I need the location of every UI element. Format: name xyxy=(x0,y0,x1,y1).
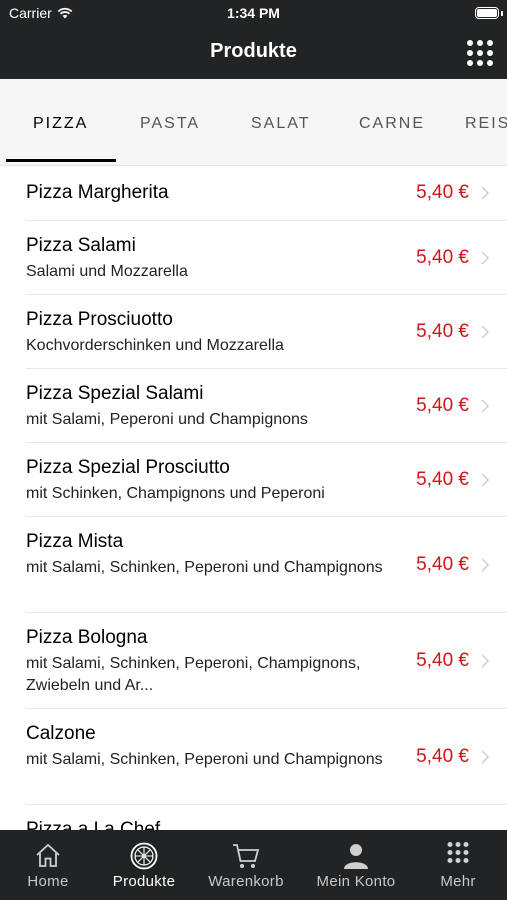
grid-icon xyxy=(447,842,469,863)
tabbar-label: Mein Konto xyxy=(316,873,396,890)
product-description: mit Schinken, Champignons und Peperoni xyxy=(26,485,325,502)
product-row[interactable]: Calzone mit Salami, Schinken, Peperoni u… xyxy=(26,709,507,805)
tabbar-label: Warenkorb xyxy=(208,873,284,890)
product-row[interactable]: Pizza Spezial Prosciutto mit Schinken, C… xyxy=(26,443,507,517)
product-price: 5,40 € xyxy=(416,553,469,575)
tabbar-label: Home xyxy=(27,873,69,890)
product-description: Kochvorderschinken und Mozzarella xyxy=(26,337,284,354)
tabbar-mein-konto[interactable]: Mein Konto xyxy=(306,830,406,900)
tabbar-produkte[interactable]: Produkte xyxy=(104,830,184,900)
product-row[interactable]: Pizza a La Chef xyxy=(26,805,507,830)
tabbar-label: Produkte xyxy=(112,873,176,890)
product-row[interactable]: Pizza Mista mit Salami, Schinken, Pepero… xyxy=(26,517,507,613)
product-price: 5,40 € xyxy=(416,320,469,342)
product-price: 5,40 € xyxy=(416,649,469,671)
tab-carne[interactable]: CARNE xyxy=(359,115,425,133)
product-price: 5,40 € xyxy=(416,468,469,490)
pizza-icon xyxy=(130,842,158,870)
product-description: mit Salami, Schinken, Peperoni, Champign… xyxy=(26,655,361,694)
battery-icon xyxy=(475,7,499,19)
nav-header: Carrier 1:34 PM Produkte xyxy=(0,0,507,79)
cart-icon xyxy=(233,844,260,868)
product-name: Pizza a La Chef xyxy=(26,819,161,830)
product-row[interactable]: Pizza Prosciuotto Kochvorderschinken und… xyxy=(26,295,507,369)
page-title: Produkte xyxy=(210,40,297,62)
battery-cap xyxy=(501,11,503,16)
product-description: Salami und Mozzarella xyxy=(26,263,188,280)
tabbar-warenkorb[interactable]: Warenkorb xyxy=(200,830,292,900)
product-price: 5,40 € xyxy=(416,745,469,767)
tabbar-mehr[interactable]: Mehr xyxy=(418,830,498,900)
chevron-right-icon xyxy=(476,558,489,571)
product-row[interactable]: Pizza Margherita 5,40 € xyxy=(26,166,507,221)
product-price: 5,40 € xyxy=(416,182,469,203)
product-name: Pizza Mista xyxy=(26,531,124,552)
category-tabs: PIZZA PASTA SALAT CARNE REIS xyxy=(0,79,507,166)
tabbar-label: Mehr xyxy=(440,873,476,890)
product-row[interactable]: Pizza Spezial Salami mit Salami, Peperon… xyxy=(26,369,507,443)
product-price: 5,40 € xyxy=(416,246,469,268)
product-list: Pizza Margherita 5,40 € Pizza Salami Sal… xyxy=(0,166,507,830)
product-description: mit Salami, Schinken, Peperoni und Champ… xyxy=(26,751,383,768)
tab-pizza[interactable]: PIZZA xyxy=(33,115,88,133)
product-row[interactable]: Pizza Salami Salami und Mozzarella 5,40 … xyxy=(26,221,507,295)
tab-pasta[interactable]: PASTA xyxy=(140,115,200,133)
tabbar-home[interactable]: Home xyxy=(8,830,88,900)
chevron-right-icon xyxy=(476,654,489,667)
chevron-right-icon xyxy=(476,750,489,763)
product-row[interactable]: Pizza Bologna mit Salami, Schinken, Pepe… xyxy=(26,613,507,709)
product-name: Pizza Bologna xyxy=(26,627,148,648)
status-time: 1:34 PM xyxy=(227,5,280,21)
user-icon xyxy=(344,844,368,869)
active-tab-indicator xyxy=(6,159,116,162)
product-description: mit Salami, Peperoni und Champignons xyxy=(26,411,308,428)
status-bar: Carrier 1:34 PM xyxy=(0,4,507,24)
product-description: mit Salami, Schinken, Peperoni und Champ… xyxy=(26,559,383,576)
home-icon xyxy=(36,843,60,867)
tab-salat[interactable]: SALAT xyxy=(251,115,311,133)
bottom-tab-bar: Home Produkte Warenkorb Mein Konto Mehr xyxy=(0,830,507,900)
grid-menu-button[interactable] xyxy=(467,40,493,66)
product-price: 5,40 € xyxy=(416,394,469,416)
product-name: Calzone xyxy=(26,723,96,744)
tab-reis[interactable]: REIS xyxy=(465,115,507,133)
